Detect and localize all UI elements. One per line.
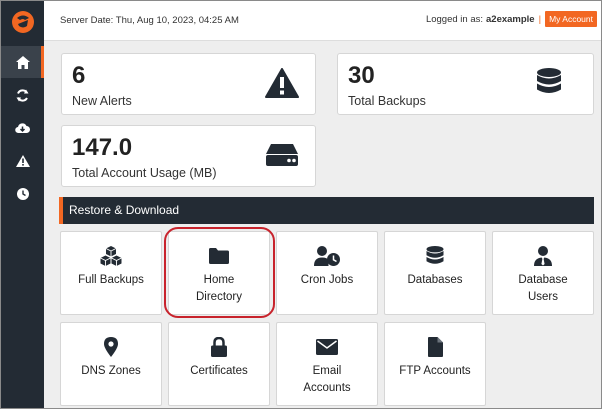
logo[interactable]: [1, 1, 44, 43]
tile-ftp-accounts[interactable]: FTP Accounts: [384, 322, 486, 406]
tile-label: Certificates: [190, 365, 248, 377]
sidebar-item-home[interactable]: [1, 46, 44, 78]
database-icon: [426, 245, 444, 264]
tile-label-line1: Database: [518, 274, 568, 286]
database-icon: [537, 68, 561, 93]
sidebar-item-refresh[interactable]: [1, 79, 44, 111]
lock-icon: [211, 337, 227, 357]
tile-label-line2: Accounts: [303, 382, 351, 394]
refresh-icon: [16, 88, 29, 102]
cloud-download-icon: [15, 123, 30, 134]
logo-icon: [11, 11, 34, 33]
tile-cron-jobs[interactable]: Cron Jobs: [276, 231, 378, 315]
tile-database-users[interactable]: Database Users: [492, 231, 594, 315]
cubes-icon: [100, 246, 122, 266]
map-marker-icon: [104, 337, 118, 357]
usage-value: 147.0: [72, 134, 133, 161]
tile-label-line1: Email: [312, 365, 342, 377]
warning-icon: [15, 155, 30, 167]
section-title: Restore & Download: [69, 203, 180, 217]
my-account-button[interactable]: My Account: [545, 11, 597, 27]
file-icon: [427, 337, 443, 357]
username: a2example: [486, 13, 535, 25]
stat-card-usage[interactable]: 147.0 Total Account Usage (MB): [61, 125, 316, 187]
tile-label-line1: Home: [203, 274, 235, 286]
sidebar-item-download[interactable]: [1, 112, 44, 144]
backups-label: Total Backups: [348, 94, 426, 108]
home-icon: [15, 55, 30, 69]
tile-full-backups[interactable]: Full Backups: [60, 231, 162, 315]
alerts-count: 6: [72, 62, 86, 89]
alerts-label: New Alerts: [72, 94, 132, 108]
logged-in-label: Logged in as:: [425, 13, 483, 25]
app-window: Server Date: Thu, Aug 10, 2023, 04:25 AM…: [0, 0, 602, 409]
clock-icon: [16, 188, 29, 200]
folder-icon: [209, 248, 229, 264]
sidebar-item-history[interactable]: [1, 178, 44, 210]
server-date: Server Date: Thu, Aug 10, 2023, 04:25 AM: [60, 15, 239, 26]
sidebar-item-alerts[interactable]: [1, 145, 44, 177]
envelope-icon: [316, 339, 338, 355]
tile-label: DNS Zones: [81, 365, 141, 377]
backups-count: 30: [348, 62, 375, 89]
user-clock-icon: [314, 246, 340, 266]
tile-dns-zones[interactable]: DNS Zones: [60, 322, 162, 406]
separator: |: [538, 13, 542, 25]
stat-card-alerts[interactable]: 6 New Alerts: [61, 53, 316, 115]
usage-label: Total Account Usage (MB): [72, 166, 217, 180]
tile-label-line2: Users: [527, 291, 559, 303]
section-header-restore: Restore & Download: [59, 197, 594, 224]
tile-label: Cron Jobs: [300, 274, 354, 286]
tile-label: Full Backups: [78, 274, 144, 286]
tile-home-directory[interactable]: Home Directory: [168, 231, 270, 315]
login-info: Logged in as: a2example | My Account: [426, 11, 597, 27]
tile-databases[interactable]: Databases: [384, 231, 486, 315]
top-bar: Server Date: Thu, Aug 10, 2023, 04:25 AM…: [44, 1, 601, 41]
sidebar: [1, 1, 44, 408]
stat-card-backups[interactable]: 30 Total Backups: [337, 53, 594, 115]
tile-label-line2: Directory: [195, 291, 242, 303]
tile-label: Databases: [407, 274, 463, 286]
warning-icon: [265, 68, 299, 98]
user-tie-icon: [534, 246, 552, 266]
tile-certificates[interactable]: Certificates: [168, 322, 270, 406]
tile-label: FTP Accounts: [399, 365, 471, 377]
tile-email-accounts[interactable]: Email Accounts: [276, 322, 378, 406]
hard-drive-icon: [266, 144, 298, 166]
